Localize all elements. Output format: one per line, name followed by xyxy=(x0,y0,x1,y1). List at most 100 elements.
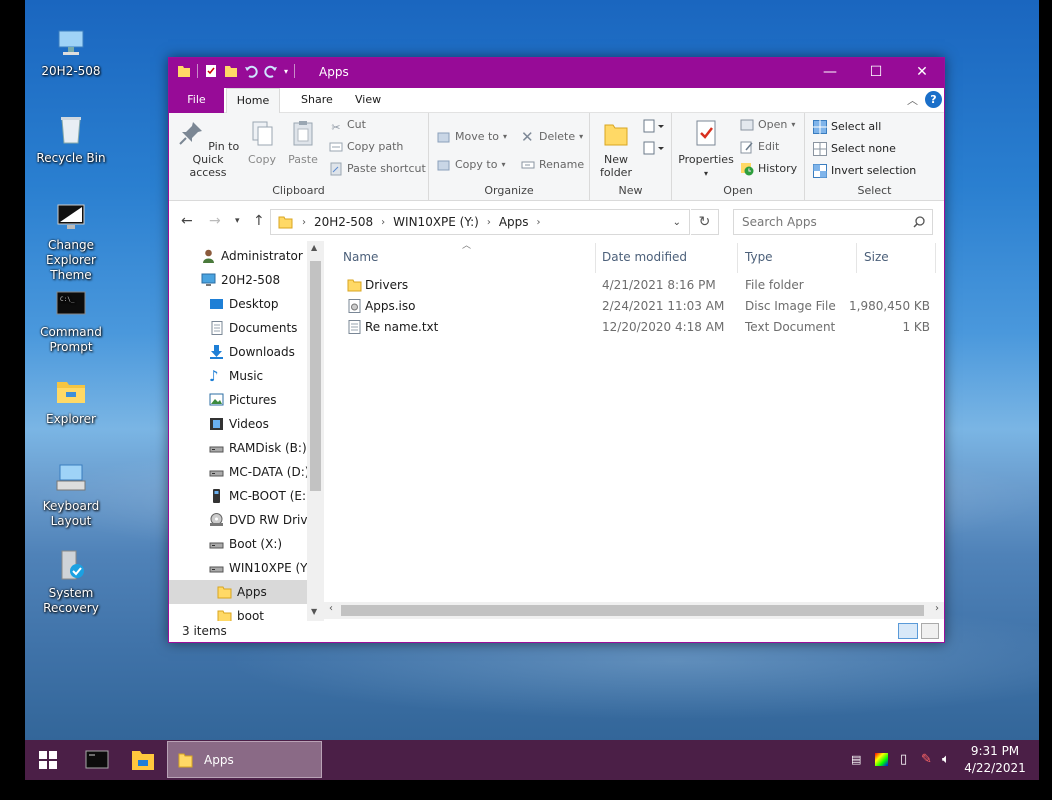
copy-button[interactable]: Copy xyxy=(245,119,279,166)
new-item-icon[interactable] xyxy=(642,119,664,135)
breadcrumb-computer[interactable]: 20H2-508 xyxy=(314,215,373,229)
nav-item-pictures[interactable]: Pictures xyxy=(169,388,307,412)
copy-to-button[interactable]: Copy to ▾ xyxy=(437,155,505,175)
properties-qa-icon[interactable] xyxy=(204,64,218,78)
details-view-icon[interactable] xyxy=(898,623,918,639)
back-button[interactable]: ← xyxy=(181,213,193,229)
delete-button[interactable]: ✕ Delete ▾ xyxy=(521,127,583,147)
collapse-ribbon-icon[interactable]: ︿ xyxy=(907,92,918,108)
large-icons-view-icon[interactable] xyxy=(921,623,939,639)
nav-item-this-pc[interactable]: 20H2-508 xyxy=(169,268,307,292)
column-header-name[interactable]: Name xyxy=(343,246,378,268)
select-all-button[interactable]: Select all xyxy=(813,117,881,137)
tab-view[interactable]: View xyxy=(343,88,393,113)
tab-file[interactable]: File xyxy=(169,88,224,113)
address-dropdown-icon[interactable]: ⌄ xyxy=(673,217,681,228)
title-bar[interactable]: ▾ Apps — ☐ ✕ xyxy=(169,58,944,88)
nav-scrollbar-thumb[interactable] xyxy=(310,261,321,491)
nav-item-boot[interactable]: Boot (X:) xyxy=(169,532,307,556)
scroll-right-icon[interactable]: › xyxy=(935,603,939,614)
file-date: 4/21/2021 8:16 PM xyxy=(602,278,716,292)
paste-button[interactable]: Paste xyxy=(285,119,321,166)
table-row[interactable]: Apps.iso 2/24/2021 11:03 AM Disc Image F… xyxy=(342,296,942,317)
nav-item-ramdisk[interactable]: RAMDisk (B:) xyxy=(169,436,307,460)
scroll-left-icon[interactable]: ‹ xyxy=(329,603,333,614)
terminal-icon[interactable] xyxy=(75,740,119,780)
desktop-icon-computer[interactable]: 20H2-508 xyxy=(25,26,117,79)
volume-tray-icon[interactable]: 🔈︎ xyxy=(942,752,950,767)
new-folder-qa-icon[interactable] xyxy=(224,64,238,78)
nav-label: Documents xyxy=(229,321,298,335)
search-input[interactable]: Search Apps xyxy=(733,209,933,235)
refresh-button[interactable]: ↻ xyxy=(691,209,719,235)
cut-button[interactable]: ✂ Cut xyxy=(329,115,366,135)
column-header-size[interactable]: Size xyxy=(864,246,889,268)
help-icon[interactable]: ? xyxy=(925,91,942,108)
column-header-date[interactable]: Date modified xyxy=(602,246,687,268)
desktop-icon-keyboard-layout[interactable]: Keyboard Layout xyxy=(25,461,117,529)
pin-to-quick-access-button[interactable]: Pin to Quick access xyxy=(173,119,243,179)
table-row[interactable]: Re name.txt 12/20/2020 4:18 AM Text Docu… xyxy=(342,317,942,338)
new-folder-button[interactable]: New folder xyxy=(596,119,636,179)
desktop-icon-command-prompt[interactable]: C:\_ Command Prompt xyxy=(25,287,117,355)
history-button[interactable]: History xyxy=(740,159,797,179)
copy-path-button[interactable]: Copy path xyxy=(329,137,403,157)
rename-button[interactable]: Rename xyxy=(521,155,584,175)
easy-access-icon[interactable] xyxy=(642,141,664,157)
table-row[interactable]: Drivers 4/21/2021 8:16 PM File folder xyxy=(342,275,942,296)
undo-icon[interactable] xyxy=(244,64,258,78)
nav-item-apps[interactable]: Apps xyxy=(169,580,307,604)
horizontal-scrollbar-thumb[interactable] xyxy=(341,605,924,616)
invert-selection-button[interactable]: Invert selection xyxy=(813,161,916,181)
file-explorer-icon[interactable] xyxy=(121,740,165,780)
nav-item-downloads[interactable]: Downloads xyxy=(169,340,307,364)
nav-item-administrator[interactable]: Administrator xyxy=(169,244,307,268)
breadcrumb-apps[interactable]: Apps xyxy=(499,215,529,229)
minimize-button[interactable]: — xyxy=(807,58,853,88)
nav-item-videos[interactable]: Videos xyxy=(169,412,307,436)
select-none-button[interactable]: Select none xyxy=(813,139,896,159)
properties-button[interactable]: Properties ▾ xyxy=(676,119,736,180)
breadcrumb-drive[interactable]: WIN10XPE (Y:) xyxy=(393,215,479,229)
nav-item-music[interactable]: ♪ Music xyxy=(169,364,307,388)
edit-button[interactable]: Edit xyxy=(740,137,779,157)
tab-share[interactable]: Share xyxy=(289,88,345,113)
nav-label: RAMDisk (B:) xyxy=(229,441,307,455)
maximize-button[interactable]: ☐ xyxy=(853,58,899,88)
recent-locations-button[interactable]: ▾ xyxy=(235,216,240,226)
nav-item-mc-boot[interactable]: MC-BOOT (E:) xyxy=(169,484,311,508)
nav-item-mc-data[interactable]: MC-DATA (D:) xyxy=(169,460,309,484)
redo-icon[interactable] xyxy=(264,64,278,78)
scroll-down-icon[interactable]: ▼ xyxy=(311,607,317,616)
forward-button[interactable]: → xyxy=(209,213,221,229)
nav-item-dvd[interactable]: DVD RW Drive xyxy=(169,508,315,532)
open-button[interactable]: Open ▾ xyxy=(740,115,795,135)
customize-qa-icon[interactable]: ▾ xyxy=(284,67,288,76)
nav-item-boot-folder[interactable]: boot xyxy=(169,604,307,621)
desktop-icon-explorer[interactable]: Explorer xyxy=(25,374,117,427)
color-tray-icon[interactable] xyxy=(875,753,888,766)
nav-item-desktop[interactable]: Desktop xyxy=(169,292,307,316)
move-to-button[interactable]: Move to ▾ xyxy=(437,127,507,147)
keyboard-tray-icon[interactable]: ▤ xyxy=(851,753,861,766)
taskbar-item-apps[interactable]: Apps xyxy=(167,741,322,778)
desktop-icon-recycle-bin[interactable]: Recycle Bin xyxy=(25,113,117,166)
usb-tray-icon[interactable]: ▯ xyxy=(900,752,907,767)
nav-item-documents[interactable]: Documents xyxy=(169,316,307,340)
file-list: ︿ Name Date modified Type Size Drivers 4… xyxy=(324,241,944,621)
desktop-icon-system-recovery[interactable]: System Recovery xyxy=(25,548,117,616)
desktop-icon-change-theme[interactable]: Change Explorer Theme xyxy=(25,200,117,283)
nav-scrollbar[interactable]: ▲ ▼ xyxy=(307,241,324,621)
network-tray-icon[interactable]: ✎ xyxy=(921,752,932,767)
start-icon[interactable] xyxy=(25,740,71,780)
horizontal-scrollbar[interactable]: ‹ › xyxy=(324,602,944,619)
scroll-up-icon[interactable]: ▲ xyxy=(311,243,317,252)
address-bar[interactable]: › 20H2-508 › WIN10XPE (Y:) › Apps › ⌄ xyxy=(270,209,690,235)
paste-shortcut-button[interactable]: Paste shortcut xyxy=(329,159,426,179)
close-button[interactable]: ✕ xyxy=(899,58,945,88)
up-button[interactable]: ↑ xyxy=(253,213,265,229)
nav-item-win10xpe[interactable]: WIN10XPE (Y:) xyxy=(169,556,315,580)
system-clock[interactable]: 9:31 PM 4/22/2021 xyxy=(955,743,1035,777)
column-header-type[interactable]: Type xyxy=(745,246,773,268)
tab-home[interactable]: Home xyxy=(226,88,280,114)
